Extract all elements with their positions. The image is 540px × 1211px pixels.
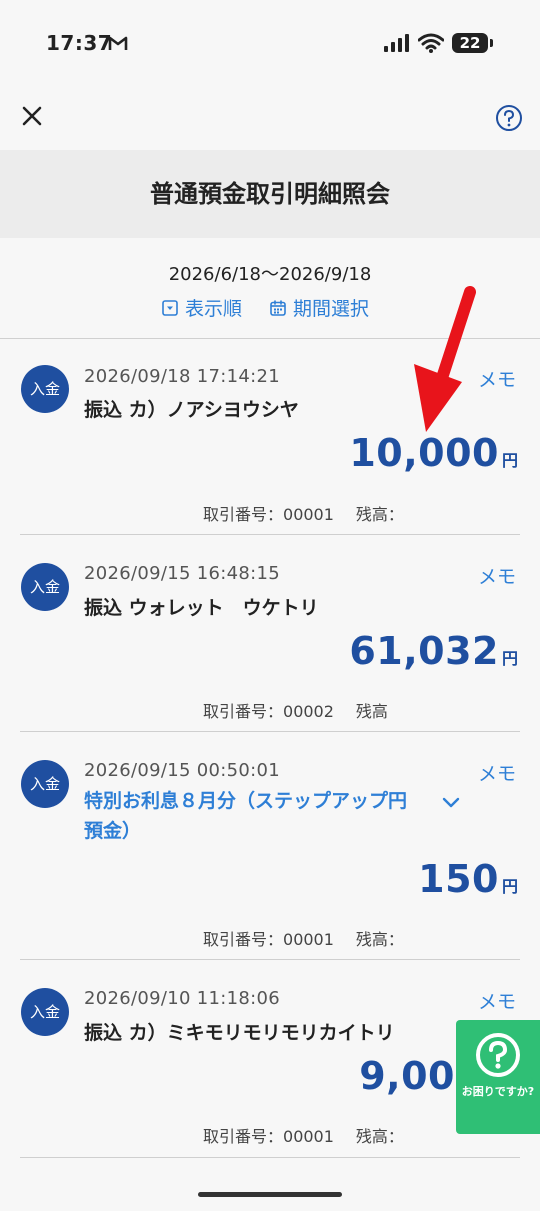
transaction-description: 振込 カ）ノアシヨウシヤ: [84, 399, 299, 421]
help-widget[interactable]: お困りですか?: [456, 1020, 540, 1134]
deposit-badge: 入金: [21, 988, 69, 1036]
transaction-datetime: 2026/09/15 00:50:01: [84, 760, 281, 781]
help-widget-label: お困りですか?: [461, 1085, 535, 1098]
period-select-button[interactable]: 期間選択: [270, 294, 369, 321]
sort-order-button[interactable]: 表示順: [162, 294, 242, 321]
divider: [20, 1157, 520, 1158]
ref-number: 00002: [283, 702, 334, 721]
transaction-description: 振込 ウォレット ウケトリ: [84, 597, 319, 619]
transaction-item[interactable]: 入金 2026/09/15 00:50:01 特別お利息８月分（ステップアップ円…: [0, 732, 540, 960]
deposit-badge: 入金: [21, 563, 69, 611]
amount-value: 61,032: [349, 629, 499, 673]
dropdown-box-icon: [162, 299, 178, 316]
transaction-datetime: 2026/09/10 11:18:06: [84, 988, 281, 1009]
memo-link[interactable]: メモ: [478, 562, 516, 589]
battery-tip: [490, 39, 493, 47]
status-time: 17:37: [46, 31, 113, 55]
ref-label: 取引番号：: [203, 930, 284, 949]
transaction-item[interactable]: 入金 2026/09/15 16:48:15 振込 ウォレット ウケトリ メモ …: [0, 535, 540, 732]
deposit-badge: 入金: [21, 365, 69, 413]
sort-order-label: 表示順: [185, 298, 243, 320]
amount-currency: 円: [501, 451, 518, 470]
ref-label: 取引番号：: [203, 1127, 284, 1146]
transaction-amount: 10,000 円: [349, 431, 518, 475]
balance-label: 残高: [355, 702, 388, 721]
red-arrow-annotation: [414, 286, 476, 432]
ref-label: 取引番号：: [203, 505, 284, 524]
memo-link[interactable]: メモ: [478, 365, 516, 392]
transaction-datetime: 2026/09/15 16:48:15: [84, 563, 281, 584]
amount-currency: 円: [501, 877, 518, 896]
transaction-meta: 取引番号：00002 残高: [203, 698, 388, 722]
balance-label: 残高：: [355, 1127, 404, 1146]
period-range: 2026/6/18〜2026/9/18: [168, 264, 372, 285]
memo-link[interactable]: メモ: [478, 987, 516, 1014]
nav-bar: [0, 92, 540, 148]
wifi-icon: [418, 33, 444, 53]
calendar-icon: [270, 299, 286, 316]
ref-number: 00001: [283, 1127, 334, 1146]
transaction-description: 振込 カ）ミキモリモリモリカイトリ: [84, 1022, 395, 1044]
help-icon[interactable]: [495, 104, 523, 132]
home-indicator: [198, 1192, 342, 1197]
amount-value: 150: [418, 857, 499, 901]
title-bar: 普通預金取引明細照会: [0, 150, 540, 238]
amount-value: 9,00: [359, 1054, 455, 1098]
transaction-datetime: 2026/09/18 17:14:21: [84, 366, 281, 387]
amount-currency: 円: [501, 649, 518, 668]
ref-number: 00001: [283, 505, 334, 524]
amount-value: 10,000: [349, 431, 499, 475]
deposit-badge: 入金: [21, 760, 69, 808]
page-title: 普通預金取引明細照会: [150, 180, 390, 208]
period-select-label: 期間選択: [293, 298, 370, 320]
close-icon[interactable]: [18, 102, 46, 130]
transaction-meta: 取引番号：00001 残高：: [203, 926, 404, 950]
status-bar: 17:37 22: [0, 0, 540, 90]
transaction-meta: 取引番号：00001 残高：: [203, 1123, 404, 1147]
cellular-signal-icon: [384, 34, 409, 52]
chevron-down-icon[interactable]: [440, 796, 462, 810]
ref-number: 00001: [283, 930, 334, 949]
memo-link[interactable]: メモ: [478, 759, 516, 786]
battery-indicator: 22: [452, 33, 488, 53]
balance-label: 残高：: [355, 930, 404, 949]
gmail-icon: [108, 36, 128, 50]
ref-label: 取引番号：: [203, 702, 284, 721]
transaction-meta: 取引番号：00001 残高：: [203, 501, 404, 525]
question-circle-icon: [476, 1033, 520, 1077]
transaction-description[interactable]: 特別お利息８月分（ステップアップ円預金）: [84, 786, 414, 846]
transaction-amount: 9,00: [359, 1054, 458, 1098]
transaction-amount: 150 円: [418, 857, 518, 901]
balance-label: 残高：: [355, 505, 404, 524]
transaction-amount: 61,032 円: [349, 629, 518, 673]
